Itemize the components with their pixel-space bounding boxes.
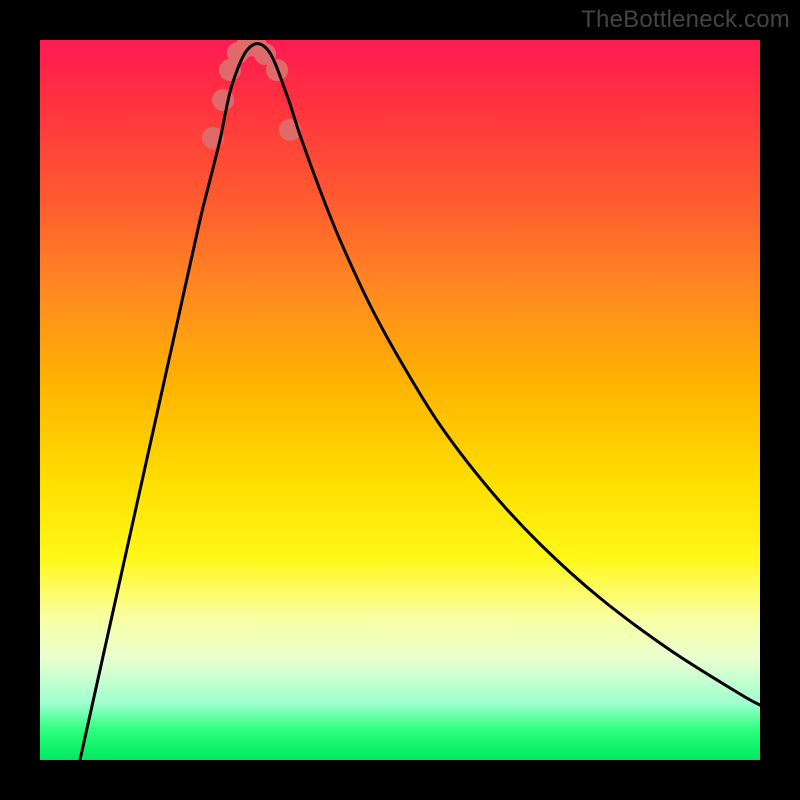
curve-svg [40, 40, 760, 760]
plot-area [40, 40, 760, 760]
chart-frame: TheBottleneck.com [0, 0, 800, 800]
bottleneck-curve [80, 44, 760, 760]
watermark-text: TheBottleneck.com [581, 6, 790, 34]
